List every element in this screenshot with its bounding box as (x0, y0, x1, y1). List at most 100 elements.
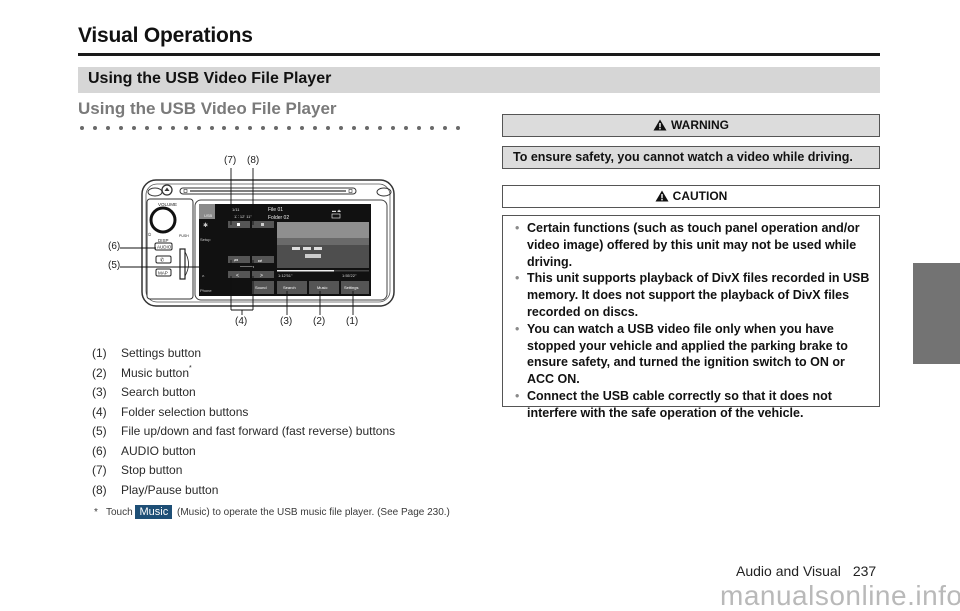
svg-text:AUDIO: AUDIO (157, 245, 172, 250)
callout-4: (4) (235, 316, 248, 327)
svg-text:Sound: Sound (255, 285, 267, 290)
divider-dot (377, 126, 382, 130)
warning-triangle-icon (653, 119, 667, 131)
svg-text:>: > (260, 273, 263, 279)
divider-dot (222, 126, 227, 130)
svg-text:Settings: Settings (344, 285, 358, 290)
caution-header: CAUTION (502, 185, 880, 208)
svg-text:1∷ 12' 11": 1∷ 12' 11" (234, 214, 252, 219)
svg-text:▬ ⏏: ▬ ⏏ (332, 208, 341, 213)
chapter-side-tab (913, 263, 960, 364)
sd-card-slot (179, 248, 186, 280)
svg-text:✆: ✆ (160, 258, 164, 264)
svg-text:VOLUME: VOLUME (158, 202, 177, 207)
divider-dot (455, 126, 460, 130)
svg-text:1:12'51": 1:12'51" (278, 273, 293, 278)
svg-text:Setup: Setup (200, 237, 211, 242)
divider-dot (390, 126, 395, 130)
divider-dot (339, 126, 344, 130)
divider-dot (364, 126, 369, 130)
bullet-icon: • (515, 321, 520, 336)
divider-dot (92, 126, 97, 130)
callout-7: (7) (224, 155, 237, 166)
bullet-icon: • (515, 271, 520, 286)
footer-section: Audio and Visual (736, 563, 841, 579)
section-title: Using the USB Video File Player (88, 70, 332, 87)
dotted-divider (80, 126, 460, 132)
divider-dot (429, 126, 434, 130)
volume-knob (149, 206, 177, 234)
callout-2: (2) (313, 316, 326, 327)
divider-dot (274, 126, 279, 130)
svg-text:1:55'22": 1:55'22" (342, 273, 357, 278)
legend-item: (6) AUDIO button (92, 443, 196, 458)
caution-item: • Connect the USB cable correctly so that… (515, 388, 832, 420)
divider-dot (118, 126, 123, 130)
footnote-mark: * (189, 364, 192, 372)
svg-text:USB: USB (204, 213, 213, 218)
divider-dot (442, 126, 447, 130)
svg-text:1/11: 1/11 (232, 207, 240, 212)
divider-dot (352, 126, 357, 130)
warning-heading: WARNING (671, 118, 729, 132)
page-title: Visual Operations (78, 24, 253, 47)
device-diagram: VOLUME ⏻ PUSH DISP AUDIO ✆ MAP USB ✱ Set… (100, 150, 400, 340)
divider-dot (313, 126, 318, 130)
divider-dot (183, 126, 188, 130)
page-number: 237 (852, 563, 877, 579)
subsection-title: Using the USB Video File Player (78, 99, 337, 118)
callout-5: (5) (108, 260, 121, 271)
divider-dot (287, 126, 292, 130)
legend-item: (4) Folder selection buttons (92, 404, 249, 419)
caution-heading: CAUTION (672, 189, 728, 203)
callout-1: (1) (346, 316, 359, 327)
divider-dot (105, 126, 110, 130)
legend-item: (1) Settings button (92, 346, 202, 360)
divider-dot (403, 126, 408, 130)
divider-dot (235, 126, 240, 130)
divider-dot (196, 126, 201, 130)
legend-item: (7) Stop button (92, 463, 183, 477)
bullet-icon: • (515, 221, 520, 235)
divider-dot (131, 126, 136, 130)
divider-dot (416, 126, 421, 130)
svg-text:PUSH: PUSH (179, 234, 189, 238)
divider-dot (144, 126, 149, 130)
svg-text:⏮: ⏮ (234, 258, 238, 263)
warning-box: To ensure safety, you cannot watch a vid… (502, 146, 880, 169)
divider-dot (261, 126, 266, 130)
watermark: manualsonline.info (720, 580, 960, 611)
caution-item: • Certain functions (such as touch panel … (515, 221, 860, 269)
svg-text:File 01: File 01 (268, 207, 283, 213)
warning-text: To ensure safety, you cannot watch a vid… (513, 150, 853, 164)
bullet-icon: • (515, 388, 520, 403)
divider-dot (300, 126, 305, 130)
svg-text:⏭: ⏭ (258, 258, 262, 263)
page-footer: Audio and Visual 237 (736, 563, 876, 579)
svg-text:<: < (236, 273, 239, 279)
divider-dot (80, 126, 84, 130)
callout-6: (6) (108, 241, 121, 252)
legend-item: (5) File up/down and fast forward (fast … (92, 424, 396, 438)
legend-item: (3) Search button (92, 385, 196, 399)
svg-text:DISP: DISP (158, 238, 169, 243)
folder-up-button (252, 271, 274, 278)
caution-box: • Certain functions (such as touch panel … (502, 215, 880, 420)
footnote-text: (Music) to operate the USB music file pl… (176, 507, 450, 518)
legend-item: (8) Play/Pause button (92, 482, 219, 497)
divider-dot (157, 126, 162, 130)
footnote-prefix: Touch (106, 507, 133, 518)
svg-text:Folder 02: Folder 02 (268, 215, 289, 221)
head-unit-illustration: VOLUME ⏻ PUSH DISP AUDIO ✆ MAP USB ✱ Set… (120, 168, 395, 315)
svg-text:MAP: MAP (158, 271, 168, 276)
divider-dot (170, 126, 175, 130)
svg-text:✱: ✱ (203, 222, 208, 229)
svg-text:Music: Music (317, 285, 327, 290)
music-badge: Music (135, 505, 173, 519)
legend-item: (2) Music button* (92, 364, 192, 380)
file-up-button (252, 256, 274, 263)
caution-triangle-icon (655, 190, 669, 202)
svg-text:Search: Search (283, 285, 296, 290)
section-header-bar: Using the USB Video File Player (78, 67, 880, 93)
svg-text:Phone: Phone (200, 288, 212, 293)
